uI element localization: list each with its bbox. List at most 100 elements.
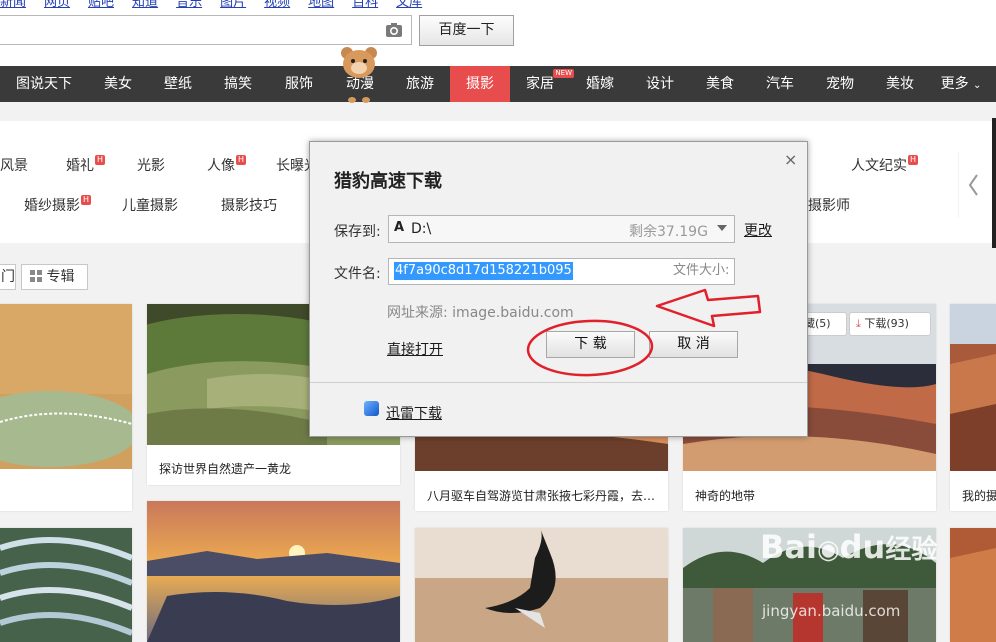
save-path-select[interactable]: A D:\ 剩余37.19G (388, 215, 735, 243)
cat-portrait[interactable]: 人像 H (207, 155, 246, 175)
chevron-down-icon: ⌄ (973, 80, 982, 91)
bear-mascot-icon (341, 47, 377, 103)
nav-item-makeup[interactable]: 美妆 (870, 66, 930, 102)
top-bar: 新闻 网页 贴吧 知道 音乐 图片 视频 地图 百科 文库 百度一下 (0, 0, 996, 66)
hot-badge: H (908, 155, 918, 165)
hot-badge: H (95, 155, 105, 165)
photo-terraces (0, 528, 132, 642)
filter-album-button[interactable]: 专辑 (21, 264, 88, 290)
file-size: 文件大小: 202.16KB (673, 263, 734, 278)
photo-canyon-2 (950, 528, 996, 642)
card-caption[interactable]: 我的摄 (962, 487, 996, 504)
cat-humanities-label: 人文纪实 (851, 158, 907, 174)
nav-item-photography[interactable]: 摄影 (450, 66, 510, 102)
top-link-web[interactable]: 网页 (44, 0, 70, 10)
nav-item-tushuo[interactable]: 图说天下 (0, 66, 88, 102)
nav-item-home[interactable]: 家居 NEW (510, 66, 574, 102)
download-button[interactable]: 下 载 (546, 331, 635, 358)
image-card[interactable] (147, 501, 400, 642)
cat-light[interactable]: 光影 (137, 155, 165, 175)
nav-item-wallpaper[interactable]: 壁纸 (148, 66, 208, 102)
photo-sunset-lake (147, 501, 400, 642)
nav-item-meinv[interactable]: 美女 (88, 66, 148, 102)
cat-humanities[interactable]: 人文纪实 H (851, 155, 918, 175)
nav-item-design[interactable]: 设计 (630, 66, 690, 102)
top-links: 新闻 网页 贴吧 知道 音乐 图片 视频 地图 百科 文库 (0, 0, 440, 10)
top-link-zhidao[interactable]: 知道 (132, 0, 158, 10)
page-edge (992, 118, 996, 248)
source-url: 网址来源: image.baidu.com (387, 305, 574, 321)
baidu-watermark: Bai◉du经验 (760, 528, 937, 566)
top-link-baike[interactable]: 百科 (352, 0, 378, 10)
thunder-download-label: 迅雷下载 (386, 406, 442, 422)
image-card[interactable] (0, 528, 132, 642)
cat-wedding-photo-label: 婚纱摄影 (24, 198, 80, 214)
change-path-link[interactable]: 更改 (744, 220, 772, 240)
dropdown-arrow-icon[interactable] (717, 225, 727, 231)
filter-hot-button[interactable]: 门 (0, 264, 16, 290)
filter-album-label: 专辑 (46, 269, 75, 285)
image-card[interactable] (0, 304, 132, 511)
card-caption[interactable]: 八月驱车自驾游览甘肃张掖七彩丹霞，去… (427, 487, 662, 504)
image-card[interactable] (415, 528, 668, 642)
download-pill-label: 下载 (864, 317, 887, 330)
paw-icon: ◉ (816, 535, 840, 565)
nav-item-wedding[interactable]: 婚嫁 (570, 66, 630, 102)
cat-portrait-label: 人像 (207, 158, 235, 174)
image-card[interactable]: 我的摄 (950, 304, 996, 511)
top-link-tieba[interactable]: 贴吧 (88, 0, 114, 10)
watermark-cn: 经验 (885, 535, 938, 565)
nav-item-funny[interactable]: 搞笑 (208, 66, 268, 102)
nav-item-car[interactable]: 汽车 (750, 66, 810, 102)
card-caption[interactable]: 神奇的地带 (695, 487, 755, 504)
close-icon[interactable]: × (784, 150, 797, 169)
top-link-wenku[interactable]: 文库 (396, 0, 422, 10)
nav-item-fashion[interactable]: 服饰 (268, 66, 330, 102)
direct-open-link[interactable]: 直接打开 (387, 339, 443, 359)
nav-item-home-label: 家居 (526, 76, 554, 92)
photo-canyon (950, 304, 996, 471)
image-card[interactable] (950, 528, 996, 642)
top-link-images[interactable]: 图片 (220, 0, 246, 10)
dialog-title: 猎豹高速下载 (334, 171, 442, 192)
watermark-brand: Bai (760, 528, 817, 566)
card-caption[interactable]: 探访世界自然遗产一黄龙 (159, 460, 291, 477)
download-dialog: 猎豹高速下载 × 保存到: A D:\ 剩余37.19G 更改 文件名: 4f7… (309, 141, 808, 437)
download-icon: ⤓ (856, 317, 861, 330)
thunder-download-link[interactable]: 迅雷下载 (364, 401, 442, 423)
free-space: 剩余37.19G (629, 224, 708, 240)
cat-wedding[interactable]: 婚礼 H (66, 155, 105, 175)
filename-value: 4f7a90c8d17d158221b095 (394, 262, 573, 280)
cat-kids-photo[interactable]: 儿童摄影 (122, 195, 178, 215)
category-nav: 图说天下 美女 壁纸 搞笑 服饰 动漫 旅游 摄影 家居 NEW 婚嫁 设计 美食… (0, 66, 996, 102)
top-link-music[interactable]: 音乐 (176, 0, 202, 10)
top-link-video[interactable]: 视频 (264, 0, 290, 10)
camera-icon[interactable] (385, 21, 403, 39)
nav-item-travel[interactable]: 旅游 (390, 66, 450, 102)
chevron-left-icon[interactable] (958, 150, 988, 220)
cat-landscape[interactable]: 风景 (0, 155, 28, 175)
cat-photo-skills[interactable]: 摄影技巧 (221, 195, 277, 215)
nav-item-more[interactable]: 更多 ⌄ (930, 66, 992, 102)
search-input[interactable] (0, 15, 412, 45)
nav-item-food[interactable]: 美食 (690, 66, 750, 102)
cat-photographer[interactable]: 摄影师 (808, 195, 850, 215)
top-link-map[interactable]: 地图 (308, 0, 334, 10)
nav-item-pets[interactable]: 宠物 (810, 66, 870, 102)
search-button[interactable]: 百度一下 (419, 15, 514, 46)
grid-icon (30, 270, 42, 282)
photo-desert-lake (0, 304, 132, 511)
filename-label: 文件名: (334, 266, 381, 282)
cancel-button[interactable]: 取 消 (649, 331, 738, 358)
filename-input[interactable]: 4f7a90c8d17d158221b095 文件大小: 202.16KB (388, 258, 735, 285)
drive-icon: A (394, 220, 405, 235)
watermark-url: jingyan.baidu.com (762, 602, 901, 620)
hot-badge: H (81, 195, 91, 205)
photo-bird (415, 528, 668, 642)
save-path-value: D:\ (411, 221, 432, 237)
download-pill-button[interactable]: ⤓ 下载(93) (849, 312, 931, 336)
cat-wedding-label: 婚礼 (66, 158, 94, 174)
nav-item-more-label: 更多 (940, 76, 969, 92)
cat-wedding-photo[interactable]: 婚纱摄影 H (24, 195, 91, 215)
top-link-news[interactable]: 新闻 (0, 0, 26, 10)
